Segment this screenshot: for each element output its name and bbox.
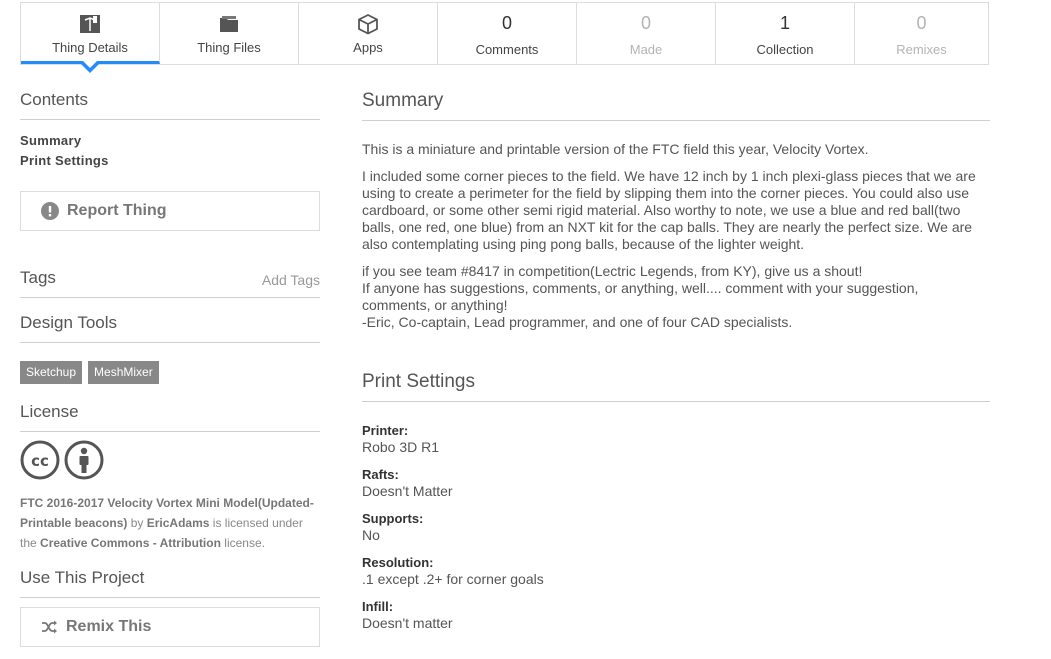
print-setting-label: Infill: [362, 599, 394, 614]
cube-icon [357, 13, 379, 35]
cc-icon[interactable]: cc [20, 440, 60, 485]
alert-icon [41, 202, 59, 220]
tab-label: Made [629, 42, 663, 57]
folder-icon [219, 13, 239, 35]
summary-paragraph: -Eric, Co-captain, Lead programmer, and … [362, 314, 793, 330]
summary-paragraph: if you see team #8417 in competition(Lec… [362, 263, 863, 279]
print-settings-heading: Print Settings [362, 371, 990, 402]
tab-label: Collection [756, 42, 814, 57]
print-setting-label: Supports: [362, 511, 424, 526]
tab-label: Remixes [896, 42, 947, 57]
license-suffix: license. [224, 536, 265, 550]
thing-details-icon [79, 13, 101, 35]
summary-paragraph: This is a miniature and printable versio… [362, 141, 869, 157]
thing-tabs: Thing Details Thing Files Apps 0 Comment… [20, 2, 989, 73]
print-setting: Printer: Robo 3D R1 [362, 422, 990, 456]
tab-remixes[interactable]: 0 Remixes [855, 3, 988, 64]
license-text: FTC 2016-2017 Velocity Vortex Mini Model… [20, 493, 320, 553]
made-count: 0 [640, 13, 651, 33]
remix-this-button[interactable]: Remix This [20, 607, 320, 647]
tab-label: Thing Details [52, 40, 128, 55]
shuffle-icon [41, 620, 58, 634]
tab-thing-details[interactable]: Thing Details [21, 3, 160, 73]
remixes-count: 0 [916, 13, 927, 33]
summary-heading: Summary [362, 90, 990, 121]
print-setting-value: Doesn't matter [362, 615, 453, 631]
comments-count: 0 [501, 13, 512, 33]
tab-thing-files[interactable]: Thing Files [160, 3, 299, 64]
design-tools-title: Design Tools [20, 313, 118, 332]
summary-paragraph: If anyone has suggestions, comments, or … [362, 280, 919, 313]
print-setting: Resolution: .1 except .2+ for corner goa… [362, 554, 990, 588]
report-thing-button[interactable]: Report Thing [20, 191, 320, 231]
sidebar: Contents Summary Print Settings Report T… [20, 90, 320, 647]
design-tool-tag[interactable]: Sketchup [20, 361, 83, 384]
tags-title: Tags [20, 268, 56, 287]
main-content: Summary This is a miniature and printabl… [362, 90, 990, 632]
print-setting-value: No [362, 527, 380, 543]
print-setting-label: Resolution: [362, 555, 434, 570]
print-setting-label: Rafts: [362, 467, 399, 482]
collection-count: 1 [779, 13, 790, 33]
report-thing-label: Report Thing [67, 202, 167, 219]
attribution-icon[interactable] [64, 440, 104, 485]
tab-label: Thing Files [197, 40, 261, 55]
print-setting: Infill: Doesn't matter [362, 598, 990, 632]
print-setting-label: Printer: [362, 423, 409, 438]
svg-text:cc: cc [31, 452, 49, 470]
contents-title: Contents [20, 90, 89, 109]
design-tools-list: Sketchup MeshMixer [20, 361, 320, 384]
tab-label: Apps [353, 40, 383, 55]
contents-link-print-settings[interactable]: Print Settings [20, 151, 320, 171]
tab-made[interactable]: 0 Made [577, 3, 716, 64]
tags-heading: Tags Add Tags [20, 268, 320, 298]
tab-collection[interactable]: 1 Collection [716, 3, 855, 64]
add-tags-link[interactable]: Add Tags [262, 272, 320, 288]
print-setting: Supports: No [362, 510, 990, 544]
print-setting-value: Doesn't Matter [362, 483, 453, 499]
contents-links: Summary Print Settings [20, 131, 320, 171]
contents-heading: Contents [20, 90, 320, 120]
active-tab-caret [81, 61, 99, 73]
summary-paragraph: I included some corner pieces to the fie… [362, 168, 976, 252]
remix-this-label: Remix This [66, 618, 152, 635]
print-setting-value: Robo 3D R1 [362, 439, 440, 455]
license-icons: cc [20, 440, 320, 485]
design-tool-tag[interactable]: MeshMixer [88, 361, 159, 384]
contents-link-summary[interactable]: Summary [20, 131, 320, 151]
tab-label: Comments [475, 42, 539, 57]
author-link[interactable]: EricAdams [147, 516, 210, 530]
print-setting-value: .1 except .2+ for corner goals [362, 571, 544, 587]
tab-comments[interactable]: 0 Comments [438, 3, 577, 64]
print-setting: Rafts: Doesn't Matter [362, 466, 990, 500]
design-tools-heading: Design Tools [20, 313, 320, 343]
license-by: by [130, 516, 144, 530]
license-heading: License [20, 402, 320, 432]
print-settings-list: Printer: Robo 3D R1 Rafts: Doesn't Matte… [362, 422, 990, 632]
use-project-title: Use This Project [20, 568, 145, 587]
summary-body: This is a miniature and printable versio… [362, 141, 990, 331]
license-title: License [20, 402, 79, 421]
license-link[interactable]: Creative Commons - Attribution [40, 536, 221, 550]
tab-apps[interactable]: Apps [299, 3, 438, 64]
use-project-heading: Use This Project [20, 568, 320, 598]
